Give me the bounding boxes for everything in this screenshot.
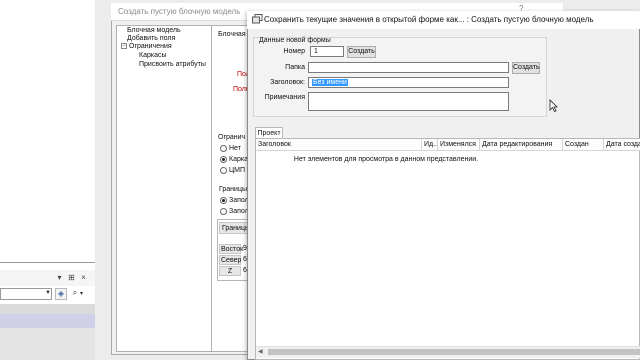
block-model-group-label: Блочная м: [218, 31, 248, 38]
tree-item-assign-attributes[interactable]: Присвоить атрибуты: [139, 60, 206, 69]
pin-icon[interactable]: ⊞: [67, 273, 76, 282]
close-icon[interactable]: ×: [79, 273, 88, 282]
create-number-button[interactable]: Создать: [347, 46, 376, 58]
settings-tree: Блочная модель Добавить поля − Ограничен…: [116, 25, 212, 352]
radio-fill-bounds[interactable]: [220, 197, 227, 204]
row-z-label: Z: [219, 266, 241, 276]
radio-dtm-label: ЦМП: [229, 167, 246, 174]
folder-field[interactable]: [308, 62, 509, 73]
background-row: [0, 304, 95, 314]
background-selected-row: [0, 314, 95, 328]
radio-fill-bounds-2-label: Запол: [229, 208, 249, 215]
col-created-date[interactable]: Дата создан: [604, 139, 640, 151]
row-east-label: Восток: [219, 244, 244, 254]
tree-collapse-icon[interactable]: −: [121, 43, 127, 49]
bounds-table-header: Границь: [219, 222, 249, 234]
create-folder-button[interactable]: Создать: [512, 62, 540, 74]
col-id[interactable]: Ид...: [422, 139, 438, 151]
save-form-title: Сохранить текущие значения в открытой фо…: [264, 15, 594, 24]
col-created-by[interactable]: Создан: [563, 139, 604, 151]
radio-fill-bounds-label: Запол: [229, 197, 249, 204]
heading-selected-text: Без имени: [312, 79, 348, 86]
radio-wireframes-label: Карка: [229, 156, 248, 163]
layers-icon[interactable]: ◈: [55, 288, 67, 300]
search-dropdown-icon[interactable]: ▾: [80, 290, 83, 297]
radio-none[interactable]: [220, 145, 227, 152]
forms-grid[interactable]: [255, 138, 640, 360]
scroll-thumb[interactable]: [268, 349, 640, 355]
heading-field[interactable]: Без имени: [308, 77, 509, 88]
combo-arrow-icon[interactable]: ▼: [45, 290, 51, 296]
bounds-table[interactable]: Границь Восток 9 Север 6 Z 6: [217, 219, 249, 281]
form-set-icon: [252, 14, 263, 24]
dropdown-arrow-icon[interactable]: ▾: [55, 273, 64, 282]
col-edit-date[interactable]: Дата редактирования: [480, 139, 563, 151]
radio-fill-bounds-2[interactable]: [220, 208, 227, 215]
panel-divider: [0, 262, 95, 263]
tree-item-restrictions[interactable]: Ограничения: [129, 42, 172, 51]
background-status: [0, 328, 95, 360]
scroll-left-icon[interactable]: ◀: [258, 348, 263, 355]
col-modified-by[interactable]: Изменялся: [438, 139, 480, 151]
restrictions-group-label: Огранич: [218, 134, 246, 141]
number-label: Номер: [283, 48, 305, 55]
radio-none-label: Нет: [229, 145, 241, 152]
row-north-label: Север: [219, 255, 242, 265]
grid-header: Заголовок Ид... Изменялся Дата редактиро…: [256, 139, 640, 151]
bounds-group-label: Границы: [219, 186, 247, 193]
dialog-title: Создать пустую блочную модель: [118, 7, 241, 16]
folder-label: Папка: [285, 64, 305, 71]
radio-wireframes[interactable]: [220, 156, 227, 163]
heading-label: Заголовок:: [270, 79, 305, 86]
notes-field[interactable]: [308, 92, 509, 111]
notes-label: Примечания: [264, 94, 305, 101]
tree-item-wireframes[interactable]: Каркасы: [139, 51, 167, 60]
radio-dtm[interactable]: [220, 167, 227, 174]
mouse-cursor-icon: [549, 99, 558, 114]
empty-view-message: Нет элементов для просмотра в данном пре…: [293, 156, 479, 163]
number-field[interactable]: 1: [310, 46, 344, 57]
new-form-group-title: Данные новой формы: [259, 37, 331, 44]
col-title[interactable]: Заголовок: [256, 139, 422, 151]
